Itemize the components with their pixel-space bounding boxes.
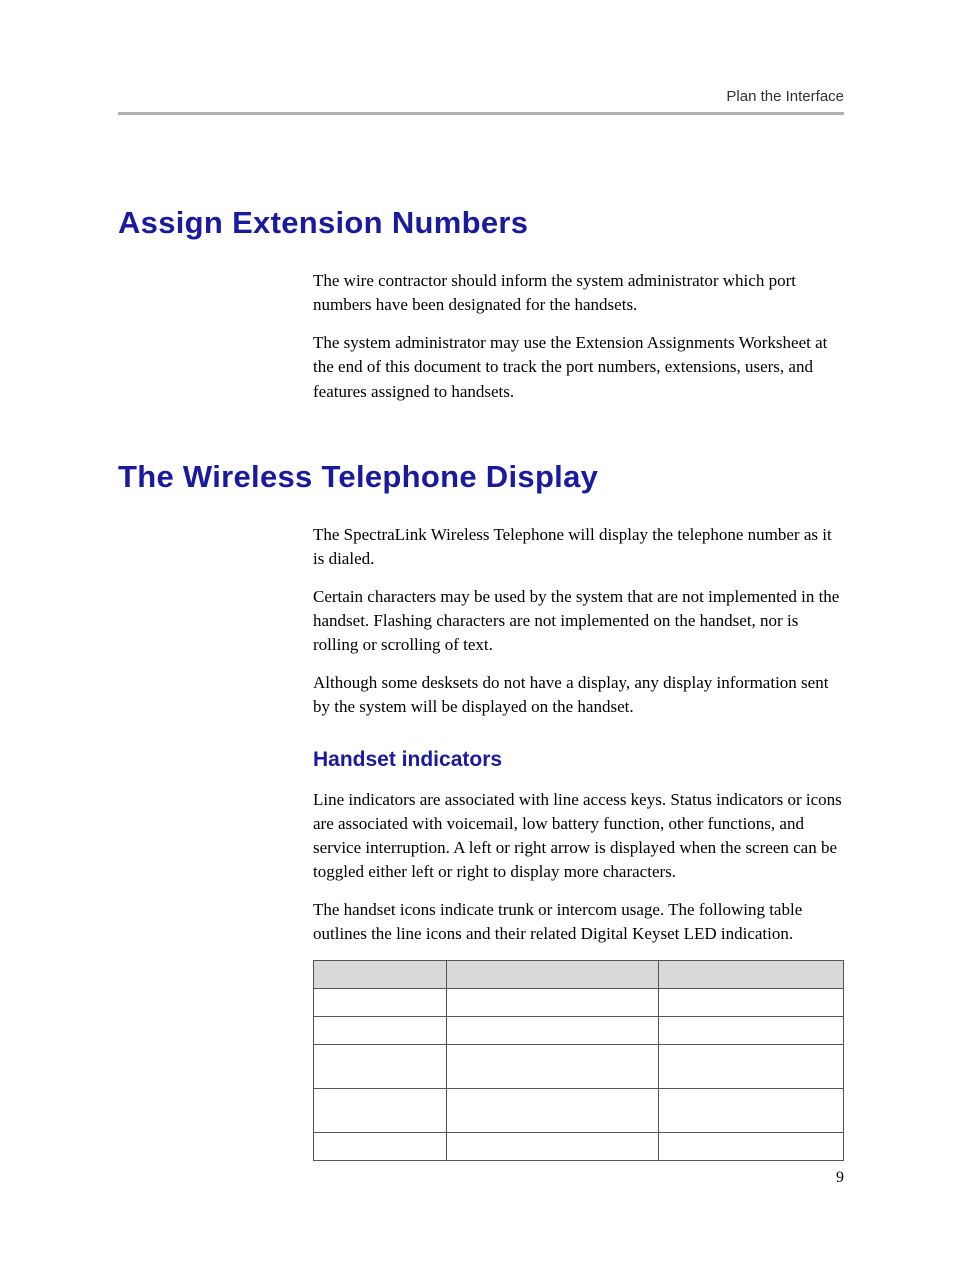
section-assign-extension: Assign Extension Numbers The wire contra… [118, 205, 844, 404]
page-number: 9 [836, 1169, 844, 1187]
breadcrumb: Plan the Interface [726, 88, 844, 105]
paragraph: Certain characters may be used by the sy… [313, 585, 844, 657]
table-row [314, 1133, 844, 1161]
paragraph: The SpectraLink Wireless Telephone will … [313, 523, 844, 571]
table-header [446, 961, 658, 989]
subheading-handset-indicators: Handset indicators [313, 748, 844, 772]
heading-wireless-display: The Wireless Telephone Display [118, 459, 844, 495]
paragraph: The system administrator may use the Ext… [313, 331, 844, 403]
heading-assign-extension: Assign Extension Numbers [118, 205, 844, 241]
table-row [314, 989, 844, 1017]
section-wireless-display: The Wireless Telephone Display The Spect… [118, 459, 844, 1162]
paragraph: Although some desksets do not have a dis… [313, 671, 844, 719]
table-header [314, 961, 447, 989]
header-divider [118, 112, 844, 115]
table-row [314, 1089, 844, 1133]
paragraph: The handset icons indicate trunk or inte… [313, 898, 844, 946]
table-row [314, 1017, 844, 1045]
table-header [658, 961, 844, 989]
paragraph: Line indicators are associated with line… [313, 788, 844, 885]
paragraph: The wire contractor should inform the sy… [313, 269, 844, 317]
table-row [314, 1045, 844, 1089]
indicators-table [313, 960, 844, 1161]
